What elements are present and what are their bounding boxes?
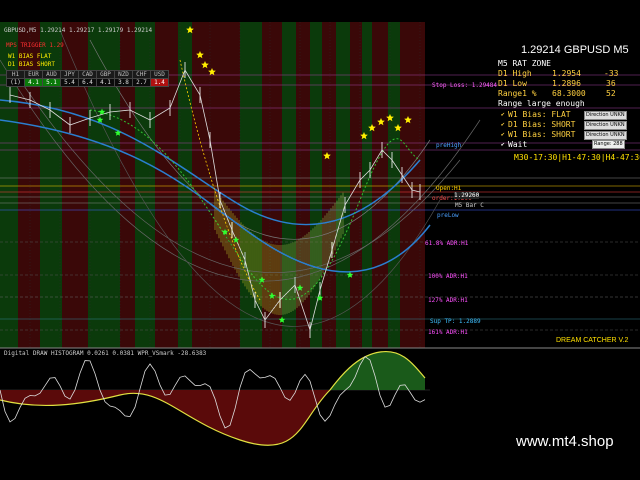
adr-100-label: 100% ADR:H1 (428, 273, 468, 280)
currency-header: CAD (78, 70, 97, 79)
currency-value: 1.4 (150, 78, 169, 87)
symbol-line: GBPUSD,M5 1.29214 1.29217 1.29179 1.2921… (4, 27, 153, 34)
currency-header: EUR (24, 70, 43, 79)
trend-band (192, 22, 240, 348)
price-title: 1.29214 GBPUSD M5 (521, 44, 629, 56)
currency-value: 5.4 (60, 78, 79, 87)
d1-bias-status: D1 Bias: SHORT (508, 120, 576, 129)
price-box-label: 1.29260 (454, 192, 480, 199)
currency-header: NZD (114, 70, 133, 79)
trend-band (400, 22, 425, 348)
trend-band (322, 22, 336, 348)
watermark: www.mt4.shop (516, 433, 614, 450)
pre-high-label: preHigh (436, 142, 462, 149)
timeframe-timers: M30-17:30|H1-47:30|H4-47:30 (514, 153, 640, 162)
d1-high-value: 1.2954 (552, 69, 581, 78)
direction-button-w1-short[interactable]: Direction UNKN (584, 131, 627, 140)
bias-check-icon: ✔ (501, 121, 505, 128)
open-h1-label: Open:H1 (436, 185, 462, 192)
w1-bias-short-status: W1 Bias: SHORT (508, 130, 576, 139)
adr-61-label: 61.8% ADR:H1 (425, 240, 469, 247)
currency-value: 4.1 (96, 78, 115, 87)
direction-button-w1[interactable]: Direction UNKN (584, 111, 627, 120)
wait-status: Wait (508, 140, 528, 149)
currency-value: 3.8 (114, 78, 133, 87)
range-value: 68.3000 (552, 89, 586, 98)
indicator-label: Digital DRAW HISTOGRAM 0.0261 0.0381 WPR… (4, 350, 207, 357)
range-pips: 52 (606, 89, 616, 98)
currency-value: 4.1 (24, 78, 43, 87)
currency-header: USD (150, 70, 169, 79)
range-message: Range large enough (498, 99, 585, 108)
trigger-label: MPS TRIGGER 1.29 (6, 42, 64, 49)
currency-value-row: (1) 4.1 5.1 5.4 6.4 4.1 3.8 2.7 1.4 (6, 78, 169, 87)
bias-check-icon: ✔ (501, 111, 505, 118)
currency-strength-table: H1 EUR AUD JPY CAD GBP NZD CHF USD (1) 4… (6, 70, 169, 87)
d1-low-label: D1 Low (498, 79, 527, 88)
d1-high-label: D1 High (498, 69, 532, 78)
pre-low-label: preLow (437, 212, 459, 219)
row-label: (1) (6, 78, 25, 87)
currency-header-row: H1 EUR AUD JPY CAD GBP NZD CHF USD (6, 70, 169, 79)
currency-value: 5.1 (42, 78, 61, 87)
product-label: DREAM CATCHER V.2 (556, 337, 629, 344)
range-box: Range: 288 (592, 140, 625, 149)
w1-bias-status: W1 Bias: FLAT (508, 110, 571, 119)
d1-bias-label: D1 BIAS SHORT (8, 61, 55, 68)
zone-label: M5 RAT ZONE (498, 59, 551, 68)
d1-low-value: 1.2896 (552, 79, 581, 88)
d1-low-pips: 36 (606, 79, 616, 88)
stop-loss-label: Stop Loss: 1.29484 (432, 82, 498, 89)
bias-check-icon: ✔ (501, 131, 505, 138)
currency-header: AUD (42, 70, 61, 79)
adr-127-label: 127% ADR:H1 (428, 297, 468, 304)
wait-check-icon: ✔ (501, 141, 505, 148)
bar-small-label: M5 Bar C (455, 202, 484, 209)
currency-value: 2.7 (132, 78, 151, 87)
currency-header: JPY (60, 70, 79, 79)
currency-value: 6.4 (78, 78, 97, 87)
currency-header: CHF (132, 70, 151, 79)
support-tp-label: Sup TP: 1.2889 (430, 318, 481, 325)
currency-header: GBP (96, 70, 115, 79)
w1-bias-label: W1 BIAS FLAT (8, 53, 52, 60)
trend-band (336, 22, 350, 348)
d1-high-pips: -33 (604, 69, 619, 78)
range-label: Range1 % (498, 89, 537, 98)
tf-label: H1 (6, 70, 25, 79)
adr-161-label: 161% ADR:H1 (428, 329, 468, 336)
direction-button-d1[interactable]: Direction UNKN (584, 121, 627, 130)
trend-band (372, 22, 388, 348)
